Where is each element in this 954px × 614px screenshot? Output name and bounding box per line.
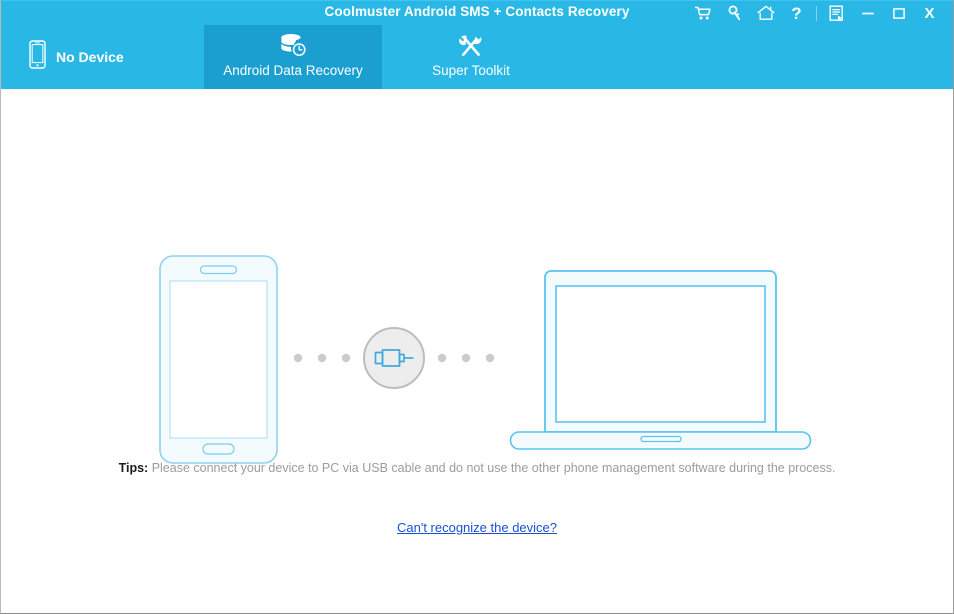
tools-icon <box>457 31 485 61</box>
connection-dots-left <box>293 353 351 363</box>
feedback-icon[interactable] <box>821 1 852 25</box>
home-icon[interactable] <box>750 1 781 25</box>
main-content: Tips: Please connect your device to PC v… <box>1 89 953 613</box>
navigation-bar: No Device Android Data Recovery Super To… <box>1 25 953 89</box>
device-status-label: No Device <box>56 49 124 65</box>
window-header: Coolmuster Android SMS + Contacts Recove… <box>1 1 953 89</box>
close-icon[interactable]: X <box>914 1 945 25</box>
device-status[interactable]: No Device <box>29 25 124 89</box>
tips-message: Tips: Please connect your device to PC v… <box>1 461 953 475</box>
connection-illustration <box>1 89 953 509</box>
tab-super-toolkit[interactable]: Super Toolkit <box>382 25 560 89</box>
main-tabs: Android Data Recovery Super Toolkit <box>204 25 560 89</box>
help-glyph: ? <box>791 3 802 23</box>
application-window: Coolmuster Android SMS + Contacts Recove… <box>0 0 954 614</box>
phone-icon <box>29 40 46 74</box>
phone-outline <box>159 255 278 464</box>
maximize-icon[interactable] <box>883 1 914 25</box>
title-bar[interactable]: Coolmuster Android SMS + Contacts Recove… <box>1 1 953 25</box>
laptop-outline <box>509 270 812 450</box>
tips-label: Tips: <box>118 461 149 475</box>
minimize-icon[interactable] <box>852 1 883 25</box>
controls-divider <box>816 5 817 21</box>
key-icon[interactable] <box>719 1 750 25</box>
window-controls: ? X <box>688 1 945 25</box>
help-icon[interactable]: ? <box>781 1 812 25</box>
database-clock-icon <box>278 31 308 61</box>
tips-text: Please connect your device to PC via USB… <box>151 461 836 475</box>
connection-dots-right <box>437 353 495 363</box>
usb-connector-badge <box>363 327 425 389</box>
recognize-device-link[interactable]: Can't recognize the device? <box>397 520 557 535</box>
tab-label: Android Data Recovery <box>223 63 363 78</box>
help-link-container: Can't recognize the device? <box>1 519 953 537</box>
tab-label: Super Toolkit <box>432 63 510 78</box>
tab-android-data-recovery[interactable]: Android Data Recovery <box>204 25 382 89</box>
cart-icon[interactable] <box>688 1 719 25</box>
close-glyph: X <box>924 4 935 22</box>
